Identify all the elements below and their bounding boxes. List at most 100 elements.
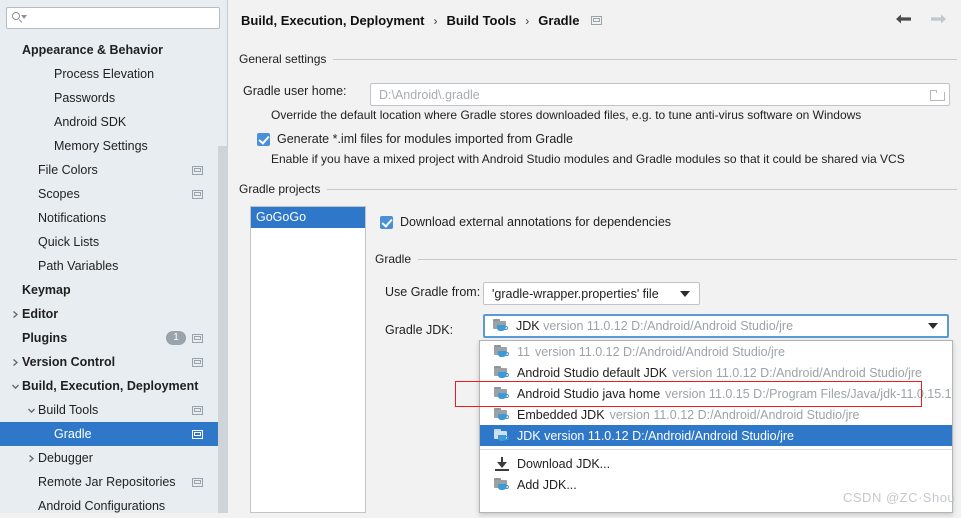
section-divider (333, 58, 957, 60)
chevron-right-icon[interactable] (8, 358, 22, 367)
generate-iml-checkbox[interactable] (257, 132, 270, 146)
window-restore-icon[interactable] (192, 189, 203, 199)
menu-item-jdk[interactable]: JDK version 11.0.12 D:/Android/Android S… (480, 425, 952, 446)
menu-item-name: Download JDK... (517, 456, 611, 471)
window-restore-icon[interactable] (192, 333, 203, 343)
arrow-right-icon[interactable] (930, 12, 947, 26)
sidebar-item-remote-jar-repositories[interactable]: Remote Jar Repositories (0, 470, 218, 494)
sidebar-item-build-tools[interactable]: Build Tools (0, 398, 218, 422)
settings-sidebar: Appearance & Behavior Process Elevation Pa… (0, 0, 228, 513)
generate-iml-row[interactable]: Generate *.iml files for modules importe… (257, 132, 573, 146)
sidebar-item-debugger[interactable]: Debugger (0, 446, 218, 470)
sidebar-item-android-sdk[interactable]: Android SDK (0, 110, 218, 134)
sidebar-item-plugins[interactable]: Plugins 1 (0, 326, 218, 350)
navigation-buttons (895, 12, 947, 26)
sidebar-item-passwords[interactable]: Passwords (0, 86, 218, 110)
sidebar-item-quick-lists[interactable]: Quick Lists (0, 230, 218, 254)
gradle-user-home-field[interactable]: D:\Android\.gradle (370, 83, 950, 106)
breadcrumb-item-1[interactable]: Build Tools (446, 13, 516, 28)
arrow-left-icon[interactable] (895, 12, 912, 26)
search-input[interactable] (29, 8, 219, 28)
sidebar-item-label: Remote Jar Repositories (38, 475, 176, 489)
jdk-icon (493, 319, 509, 333)
window-restore-icon[interactable] (192, 477, 203, 487)
jdk-icon (494, 365, 510, 380)
sidebar-item-label: Gradle (54, 427, 92, 441)
sidebar-item-label: Scopes (38, 187, 80, 201)
sidebar-item-notifications[interactable]: Notifications (0, 206, 218, 230)
gradle-projects-title: Gradle projects (239, 182, 321, 196)
general-settings-header: General settings (239, 52, 957, 66)
list-item-gogogo[interactable]: GoGoGo (251, 207, 365, 228)
gradle-group-section: Gradle (375, 252, 957, 266)
search-icon (12, 11, 27, 25)
menu-item-jdk[interactable]: 11 version 11.0.12 D:/Android/Android Stu… (480, 341, 952, 362)
gradle-user-home-label: Gradle user home: (243, 84, 347, 98)
sidebar-item-path-variables[interactable]: Path Variables (0, 254, 218, 278)
sidebar-item-scopes[interactable]: Scopes (0, 182, 218, 206)
sidebar-item-gradle[interactable]: Gradle (0, 422, 218, 446)
gradle-jdk-row: Gradle JDK: (385, 323, 453, 337)
sidebar-search[interactable] (6, 7, 220, 29)
menu-item-name: Add JDK... (517, 477, 577, 492)
breadcrumb-item-2[interactable]: Gradle (538, 13, 579, 28)
settings-tree[interactable]: Appearance & Behavior Process Elevation Pa… (0, 38, 218, 518)
jdk-dropdown-popup[interactable]: 11 version 11.0.12 D:/Android/Android Stu… (479, 340, 953, 513)
sidebar-item-file-colors[interactable]: File Colors (0, 158, 218, 182)
gradle-project-list[interactable]: GoGoGo (250, 206, 366, 513)
download-annotations-row[interactable]: Download external annotations for depend… (380, 215, 671, 229)
gradle-projects-header: Gradle projects (239, 182, 957, 196)
menu-item-jdk[interactable]: Embedded JDK version 11.0.12 D:/Android/A… (480, 404, 952, 425)
gradle-user-home-row: Gradle user home: (243, 84, 347, 98)
use-gradle-from-combo[interactable]: 'gradle-wrapper.properties' file (483, 282, 700, 305)
chevron-down-icon[interactable] (680, 290, 690, 297)
sidebar-item-editor[interactable]: Editor (0, 302, 218, 326)
sidebar-item-android-configurations[interactable]: Android Configurations (0, 494, 218, 518)
window-restore-icon[interactable] (591, 16, 603, 25)
sidebar-item-label: Path Variables (38, 259, 119, 273)
window-restore-icon[interactable] (192, 429, 203, 439)
sidebar-item-memory-settings[interactable]: Memory Settings (0, 134, 218, 158)
sidebar-item-appearance-behavior[interactable]: Appearance & Behavior (0, 38, 218, 62)
gradle-group-title: Gradle (375, 252, 412, 266)
search-box[interactable] (6, 7, 220, 29)
menu-item-jdk[interactable]: Android Studio java home version 11.0.15 … (480, 383, 952, 404)
breadcrumb-separator: › (433, 13, 438, 28)
sidebar-item-badge: 1 (166, 331, 186, 345)
gradle-projects-section: Gradle projects (239, 182, 957, 196)
sidebar-item-label: Build, Execution, Deployment (22, 379, 199, 393)
sidebar-item-label: Debugger (38, 451, 93, 465)
menu-item-version: version 11.0.12 D:/Android/Android Studi… (672, 365, 923, 380)
use-gradle-from-label: Use Gradle from: (385, 285, 481, 299)
gradle-jdk-combo[interactable]: JDK version 11.0.12 D:/Android/Android S… (483, 314, 949, 338)
section-divider (327, 188, 957, 190)
window-restore-icon[interactable] (192, 357, 203, 367)
download-annotations-checkbox[interactable] (380, 215, 393, 229)
sidebar-item-version-control[interactable]: Version Control (0, 350, 218, 374)
watermark: CSDN @ZC·Shou (843, 490, 956, 505)
sidebar-item-label: Notifications (38, 211, 107, 225)
menu-item-name: Android Studio java home (517, 386, 661, 401)
sidebar-item-build-execution-deployment[interactable]: Build, Execution, Deployment (0, 374, 218, 398)
menu-item-version: version 11.0.12 D:/Android/Android Studi… (534, 344, 785, 359)
window-restore-icon[interactable] (192, 165, 203, 175)
window-restore-icon[interactable] (192, 405, 203, 415)
chevron-down-icon[interactable] (928, 323, 938, 329)
sidebar-item-keymap[interactable]: Keymap (0, 278, 218, 302)
menu-item-version: version 11.0.15 D:/Program Files/Java/jd… (665, 386, 952, 401)
breadcrumb-item-0[interactable]: Build, Execution, Deployment (241, 13, 424, 28)
download-annotations-label[interactable]: Download external annotations for depend… (400, 215, 671, 229)
menu-item-jdk[interactable]: Android Studio default JDK version 11.0.1… (480, 362, 952, 383)
generate-iml-label[interactable]: Generate *.iml files for modules importe… (277, 132, 573, 146)
chevron-right-icon[interactable] (8, 310, 22, 319)
chevron-down-icon[interactable] (24, 406, 38, 415)
sidebar-item-process-elevation[interactable]: Process Elevation (0, 62, 218, 86)
chevron-down-icon[interactable] (8, 382, 22, 391)
jdk-icon (494, 477, 510, 492)
sidebar-scrollbar[interactable] (218, 146, 228, 513)
folder-icon[interactable] (930, 89, 945, 101)
sidebar-item-label: Android Configurations (38, 499, 166, 513)
menu-item-download-jdk[interactable]: Download JDK... (480, 453, 952, 474)
gradle-user-home-hint-row: Override the default location where Grad… (271, 108, 861, 122)
chevron-right-icon[interactable] (24, 454, 38, 463)
